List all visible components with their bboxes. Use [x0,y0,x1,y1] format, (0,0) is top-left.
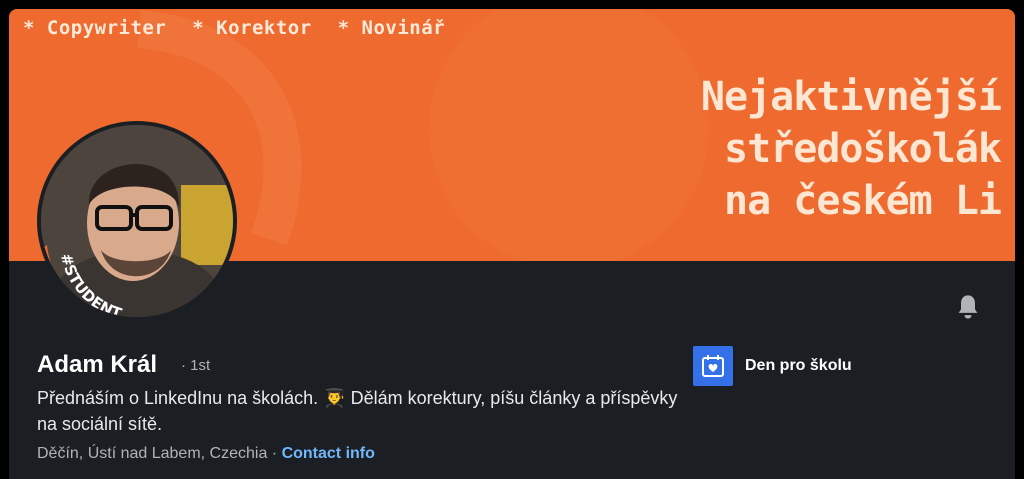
company-name[interactable]: Den pro školu [745,357,852,375]
banner-headline-line: na českém Li [724,178,1002,224]
company-logo[interactable] [693,346,733,386]
banner-headline-line: Nejaktivnější [700,74,1002,120]
contact-info-link[interactable]: Contact info [282,445,375,462]
banner-headline-line: středoškolák [724,126,1002,172]
banner-headline: Nejaktivnější středoškolák na českém Li [561,71,1002,227]
separator: · [267,445,282,462]
banner-tag: * Novinář [337,17,446,39]
profile-name: Adam Král [37,351,158,378]
banner-tag: * Korektor [192,17,312,39]
profile-headline: Přednáším o LinkedInu na školách. 👨‍🎓 Dě… [37,388,678,434]
profile-location-row: Děčín, Ústí nad Labem, Czechia · Contact… [37,445,375,463]
profile-card: * Copywriter * Korektor * Novinář Nejaktiv… [9,9,1015,479]
connection-degree: · 1st [181,357,211,374]
banner-tags: * Copywriter * Korektor * Novinář [23,17,471,39]
bell-icon[interactable] [954,292,982,322]
avatar[interactable]: #STUDENT [37,121,237,321]
student-frame-text: #STUDENT [57,252,125,317]
profile-location: Děčín, Ústí nad Labem, Czechia [37,445,268,462]
avatar-photo: #STUDENT [41,125,233,317]
banner-tag: * Copywriter [23,17,167,39]
calendar-heart-icon [702,355,724,377]
student-frame: #STUDENT [41,237,225,317]
